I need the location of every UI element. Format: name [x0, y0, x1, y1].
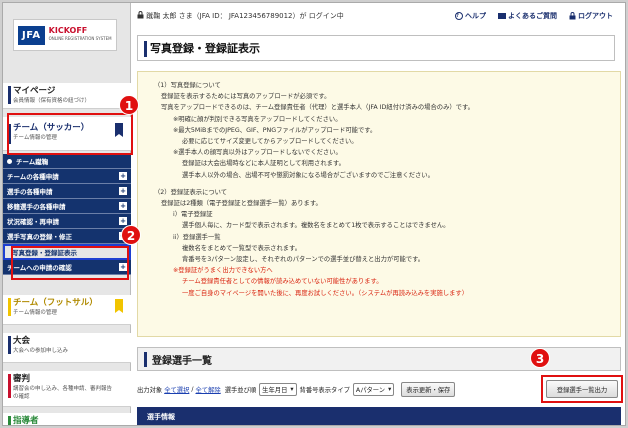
plus-icon: + — [119, 187, 127, 195]
sub-label: チームの各種申請 — [7, 173, 59, 181]
logo-kickoff-label: KICKOFF — [48, 26, 88, 35]
notice-panel: （1）写真登録について登録証を表示するためには写真のアップロードが必須です。写真… — [137, 71, 621, 337]
sidebar-item-taikai[interactable]: 大会 大会への参加申し込み — [3, 333, 131, 363]
sub-status-check[interactable]: 状況確認・再申請 + — [3, 214, 131, 229]
notice-line: 写真をアップロードできるのは、チーム登録責任者（代理）と選手本人（JFA ID紐… — [161, 104, 474, 112]
notice-line: 登録証は2種類（電子登録証と登録選手一覧）あります。 — [161, 200, 322, 208]
header-links: ? ヘルプ よくあるご質問 ログアウト — [455, 11, 613, 21]
notice-line: 一度ご自身のマイページを開いた後に、再度お試しください。（システムが再読み込みを… — [182, 289, 469, 297]
logo-kickoff-text: KICKOFF ONLINE REGISTRATION SYSTEM — [49, 27, 112, 43]
question-icon: ? — [455, 12, 463, 20]
plus-icon: + — [119, 217, 127, 225]
coach-bar — [8, 416, 11, 425]
sort-select[interactable]: 生年月日 ▾ — [259, 382, 297, 396]
app-frame: JFA KICKOFF ONLINE REGISTRATION SYSTEM マイ… — [2, 2, 626, 426]
lock-icon — [137, 11, 144, 19]
taikai-title: 大会 — [13, 336, 31, 346]
player-info-header: 選手情報 — [137, 407, 621, 425]
faq-link[interactable]: よくあるご質問 — [498, 11, 557, 21]
step-badge-3: 3 — [530, 348, 550, 368]
sub-player-photo[interactable]: 選手写真の登録・修正− — [3, 229, 131, 244]
sub-label: 状況確認・再申請 — [7, 218, 59, 226]
sub-label: 選手の各種申請 — [7, 188, 53, 196]
number-type-value: Aパターン — [355, 386, 386, 394]
sub-team-applications[interactable]: チームの各種申請 + — [3, 169, 131, 184]
deselect-all-link[interactable]: 全て解除 — [196, 385, 221, 394]
chevron-down-icon: ▾ — [388, 385, 392, 393]
futsal-title: チーム（フットサル） — [13, 298, 98, 308]
notice-line: チーム登録責任者としての情報が読み込めていない可能性があります。 — [182, 278, 383, 286]
plus-icon: + — [119, 202, 127, 210]
logo-jfa-text: JFA — [18, 25, 45, 45]
top-bar: 蹴鞠 太郎 さま（JFA ID： JFA123456789012）が ログイン中… — [131, 3, 625, 37]
step-badge-2: 2 — [121, 225, 141, 245]
sort-value: 生年月日 — [262, 386, 288, 394]
logout-label: ログアウト — [578, 12, 613, 20]
notice-line: ※選手本人の顔写真以外はアップロードしないでください。 — [173, 149, 342, 157]
refresh-save-button[interactable]: 表示更新・保存 — [401, 381, 456, 397]
highlight-box-1 — [7, 113, 133, 155]
sub-team-name[interactable]: チーム蹴鞠 — [3, 154, 131, 169]
login-text: 蹴鞠 太郎 さま（JFA ID： JFA123456789012）が ログイン中 — [146, 12, 344, 20]
page-title: 写真登録・登録証表示 — [137, 35, 615, 61]
highlight-box-3 — [541, 375, 623, 403]
sub-label: 移籍選手の各種申請 — [7, 203, 66, 211]
select-all-link[interactable]: 全て選択 — [164, 385, 189, 394]
number-type-label: 背番号表示タイプ — [299, 386, 350, 394]
sub-label: 選手写真の登録・修正 — [7, 233, 72, 241]
taikai-sub: 大会への参加申し込み — [13, 348, 69, 354]
login-status: 蹴鞠 太郎 さま（JFA ID： JFA123456789012）が ログイン中 — [137, 11, 344, 21]
notice-line: 必要に応じてサイズ変更してからアップロードしてください。 — [182, 138, 358, 146]
number-type-select[interactable]: Aパターン ▾ — [352, 382, 395, 396]
bullet-icon — [7, 158, 12, 164]
plus-icon: + — [119, 172, 127, 180]
notice-line: （2）登録証表示について — [154, 188, 228, 196]
target-label: 出力対象 — [137, 386, 163, 394]
notice-line: 背番号を3パターン設定し、それぞれのパターンでの選手並び替えと出力が可能です。 — [182, 256, 425, 264]
logo-kickoff-sub: ONLINE REGISTRATION SYSTEM — [48, 36, 112, 41]
sidebar-item-mypage[interactable]: マイページ 会員情報（保有資格の紐づけ） — [3, 83, 131, 109]
jfa-kickoff-logo[interactable]: JFA KICKOFF ONLINE REGISTRATION SYSTEM — [13, 19, 117, 51]
lock-icon — [569, 12, 576, 20]
faq-label: よくあるご質問 — [508, 12, 557, 20]
notice-line: （1）写真登録について — [154, 82, 221, 89]
referee-title: 審判 — [13, 374, 31, 384]
futsal-sub: チーム情報の管理 — [13, 310, 57, 316]
futsal-bar — [8, 298, 11, 316]
mypage-sub: 会員情報（保有資格の紐づけ） — [13, 98, 91, 104]
help-link[interactable]: ? ヘルプ — [455, 11, 486, 21]
taikai-bar — [8, 336, 11, 354]
notice-line: i）電子登録証 — [173, 211, 213, 219]
notice-line: ※最大5MiBまでのJPEG、GIF、PNGファイルがアップロード可能です。 — [173, 126, 377, 134]
mypage-title: マイページ — [13, 86, 56, 96]
sidebar-item-referee[interactable]: 審判 講習会の申し込み、各種申請、審判報告の確認 — [3, 371, 131, 407]
sort-label: 選手並び順 — [224, 386, 257, 394]
sidebar-item-team-futsal[interactable]: チーム（フットサル） チーム情報の管理 — [3, 295, 131, 325]
notice-line: 複数名をまとめて一覧型で表示されます。 — [182, 244, 302, 252]
notice-line: ※登録証がうまく出力できない方へ — [173, 267, 273, 275]
notice-line: ii）登録選手一覧 — [173, 233, 221, 241]
sub-player-applications[interactable]: 選手の各種申請 + — [3, 184, 131, 199]
bookmark-icon — [115, 299, 123, 313]
separator: / — [191, 385, 194, 393]
highlight-box-2 — [11, 246, 129, 280]
sub-transfer-applications[interactable]: 移籍選手の各種申請 + — [3, 199, 131, 214]
sub-team-name-label: チーム蹴鞠 — [16, 158, 49, 166]
mypage-bar — [8, 86, 11, 104]
notice-line: 登録証を表示するためには写真のアップロードが必須です。 — [161, 93, 331, 101]
sidebar: JFA KICKOFF ONLINE REGISTRATION SYSTEM マイ… — [3, 3, 133, 426]
coach-title: 指導者 — [13, 416, 39, 426]
book-icon — [498, 13, 506, 19]
referee-bar — [8, 374, 11, 398]
notice-line: 選手本人以外の場合、出場不可や懲罰対象になる場合がございますのでご注意ください。 — [182, 171, 434, 179]
step-badge-1: 1 — [119, 95, 139, 115]
notice-line: 選手個人毎に、カード型で表示されます。複数名をまとめて1枚で表示することはできま… — [182, 222, 450, 230]
logout-link[interactable]: ログアウト — [569, 11, 613, 21]
referee-sub: 講習会の申し込み、各種申請、審判報告の確認 — [13, 386, 113, 400]
sidebar-item-coach[interactable]: 指導者 — [3, 413, 131, 426]
notice-line: 登録証は大会出場時などに本人証明として利用されます。 — [182, 160, 345, 168]
chevron-down-icon: ▾ — [290, 385, 294, 393]
notice-line: ※明確に顔が判別できる写真をアップロードしてください。 — [173, 115, 342, 123]
help-label: ヘルプ — [465, 12, 486, 20]
